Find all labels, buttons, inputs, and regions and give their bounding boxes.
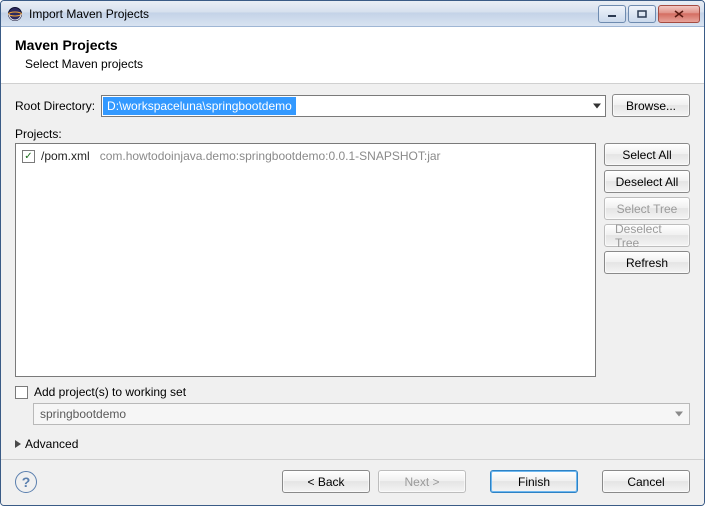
wizard-header: Maven Projects Select Maven projects — [1, 27, 704, 84]
next-button: Next > — [378, 470, 466, 493]
wizard-footer: ? < Back Next > Finish Cancel — [1, 459, 704, 505]
wizard-subtitle: Select Maven projects — [25, 57, 690, 71]
select-tree-button: Select Tree — [604, 197, 690, 220]
back-button[interactable]: < Back — [282, 470, 370, 493]
projects-label: Projects: — [15, 127, 690, 141]
maximize-button[interactable] — [628, 5, 656, 23]
cancel-button[interactable]: Cancel — [602, 470, 690, 493]
wizard-title: Maven Projects — [15, 37, 690, 53]
working-set-value: springbootdemo — [40, 407, 126, 421]
deselect-tree-button: Deselect Tree — [604, 224, 690, 247]
project-checkbox[interactable]: ✓ — [22, 150, 35, 163]
project-path: /pom.xml — [41, 149, 90, 163]
projects-left: ✓ /pom.xml com.howtodoinjava.demo:spring… — [15, 143, 596, 377]
root-directory-value: D:\workspaceluna\springbootdemo — [103, 97, 296, 115]
working-set-label: Add project(s) to working set — [34, 385, 186, 399]
titlebar[interactable]: Import Maven Projects — [1, 1, 704, 27]
window-title: Import Maven Projects — [29, 7, 598, 21]
close-button[interactable] — [658, 5, 700, 23]
advanced-label: Advanced — [25, 437, 78, 451]
window-controls — [598, 5, 702, 23]
expand-arrow-icon — [15, 440, 21, 448]
project-coords: com.howtodoinjava.demo:springbootdemo:0.… — [100, 149, 441, 163]
help-icon[interactable]: ? — [15, 471, 37, 493]
working-set-combo[interactable]: springbootdemo — [33, 403, 690, 425]
projects-side-buttons: Select All Deselect All Select Tree Dese… — [604, 143, 690, 377]
browse-button[interactable]: Browse... — [612, 94, 690, 117]
eclipse-app-icon — [7, 6, 23, 22]
select-all-button[interactable]: Select All — [604, 143, 690, 166]
refresh-button[interactable]: Refresh — [604, 251, 690, 274]
deselect-all-button[interactable]: Deselect All — [604, 170, 690, 193]
finish-button[interactable]: Finish — [490, 470, 578, 493]
project-item[interactable]: ✓ /pom.xml com.howtodoinjava.demo:spring… — [22, 148, 589, 164]
projects-list[interactable]: ✓ /pom.xml com.howtodoinjava.demo:spring… — [15, 143, 596, 377]
chevron-down-icon — [675, 412, 683, 417]
wizard-body: Root Directory: D:\workspaceluna\springb… — [1, 84, 704, 459]
root-directory-combo[interactable]: D:\workspaceluna\springbootdemo — [101, 95, 606, 117]
chevron-down-icon — [593, 103, 601, 108]
working-set-checkbox[interactable] — [15, 386, 28, 399]
dialog-window: Import Maven Projects Maven Projects Sel… — [0, 0, 705, 506]
projects-area: ✓ /pom.xml com.howtodoinjava.demo:spring… — [15, 143, 690, 377]
working-set-row: Add project(s) to working set — [15, 385, 690, 399]
root-directory-row: Root Directory: D:\workspaceluna\springb… — [15, 94, 690, 117]
advanced-toggle[interactable]: Advanced — [15, 437, 690, 451]
minimize-button[interactable] — [598, 5, 626, 23]
root-directory-label: Root Directory: — [15, 99, 95, 113]
